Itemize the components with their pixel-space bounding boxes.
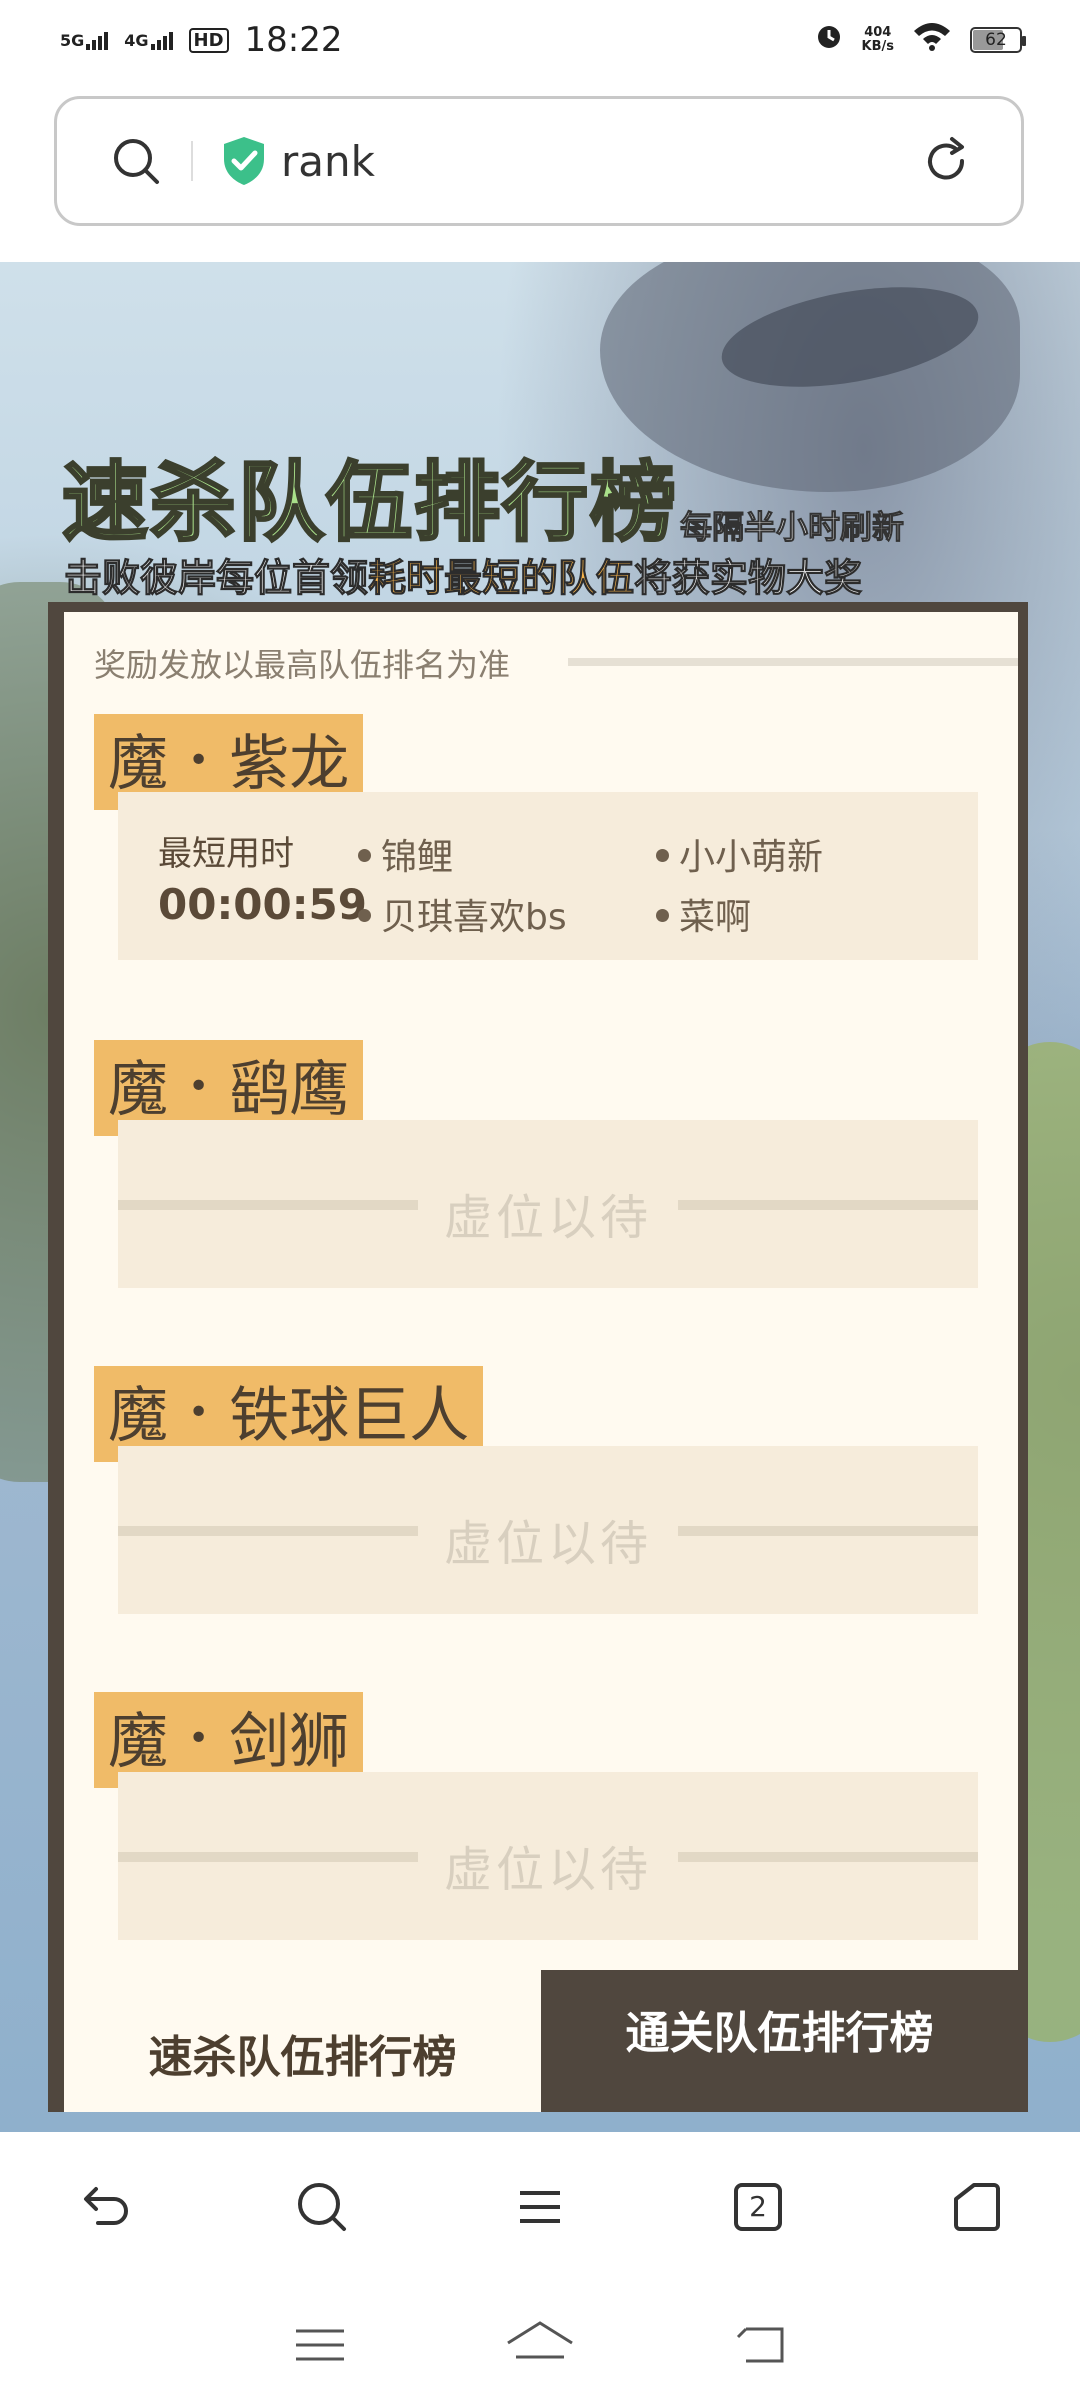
speed-unit: KB/s	[861, 39, 894, 54]
subtitle-post: 将获实物大奖	[634, 556, 863, 601]
shield-check-icon[interactable]	[219, 134, 269, 188]
status-bar: 5G 4G HD 18:22 404 KB/s 62	[0, 0, 1080, 80]
record-label: 最短用时	[158, 834, 294, 874]
page-title: 速杀队伍排行榜	[61, 452, 678, 555]
empty-line	[678, 1526, 978, 1536]
boss-name: 鹞鹰	[229, 1055, 350, 1125]
ranking-card: 奖励发放以最高队伍排名为准 魔 • 紫龙 最短用时 00:00:59 锦鲤 小小萌新…	[64, 612, 1018, 1970]
tab-speed-ranking[interactable]: 速杀队伍排行榜	[64, 1970, 541, 2112]
signal-5g: 5G	[60, 30, 109, 50]
refresh-tag: 每隔半小时刷新	[679, 508, 905, 547]
subtitle-highlight: 耗时最短的队伍	[368, 556, 635, 601]
home-icon[interactable]	[936, 2167, 1016, 2247]
url-text[interactable]: rank	[281, 137, 911, 186]
boss-separator: •	[188, 1392, 210, 1434]
team-member: 小小萌新	[656, 828, 823, 880]
menu-icon[interactable]	[500, 2167, 580, 2247]
empty-text: 虚位以待	[443, 1516, 652, 1572]
recent-apps-icon[interactable]	[280, 2305, 360, 2385]
tab-clear-ranking[interactable]: 通关队伍排行榜	[541, 1970, 1018, 2112]
empty-slot: 虚位以待	[118, 1120, 978, 1288]
battery-level: 62	[985, 30, 1007, 50]
boss-prefix: 魔	[108, 1055, 168, 1125]
boss-prefix: 魔	[108, 729, 168, 799]
boss-name: 紫龙	[229, 729, 350, 799]
home-icon[interactable]	[500, 2305, 580, 2385]
back-icon[interactable]	[64, 2167, 144, 2247]
clock: 18:22	[244, 20, 343, 60]
web-content[interactable]: 速杀队伍排行榜 每隔半小时刷新 击败彼岸每位首领耗时最短的队伍将获实物大奖 奖励…	[0, 262, 1080, 2132]
boss-name: 剑狮	[229, 1707, 350, 1777]
subtitle-pre: 击败彼岸每位首领	[63, 556, 369, 601]
status-left: 5G 4G HD 18:22	[60, 20, 343, 60]
address-divider	[191, 141, 193, 181]
tab-count: 2	[749, 2190, 767, 2223]
team-member: 锦鲤	[358, 828, 453, 880]
note-divider	[568, 658, 1018, 666]
empty-line	[678, 1200, 978, 1210]
reload-icon[interactable]	[911, 126, 981, 196]
alarm-icon	[814, 20, 844, 60]
record-time: 00:00:59	[158, 880, 367, 929]
signal-bars-icon	[150, 31, 173, 50]
boss-name: 铁球巨人	[229, 1381, 470, 1451]
network-speed: 404 KB/s	[862, 26, 894, 54]
reward-note: 奖励发放以最高队伍排名为准	[94, 646, 511, 684]
address-bar[interactable]: rank	[54, 96, 1024, 226]
boss-separator: •	[188, 1066, 210, 1108]
speed-value: 404	[864, 25, 892, 40]
network-type-label: 4G	[124, 30, 149, 50]
empty-slot: 虚位以待	[118, 1446, 978, 1614]
team-member: 贝琪喜欢bs	[358, 888, 567, 940]
team-member: 菜啊	[656, 888, 751, 940]
ranking-tabs: 速杀队伍排行榜 通关队伍排行榜	[64, 1970, 1018, 2112]
boss-separator: •	[188, 740, 210, 782]
boss-separator: •	[188, 1718, 210, 1760]
empty-text: 虚位以待	[443, 1842, 652, 1898]
network-type-label: 5G	[60, 30, 85, 50]
browser-toolbar: 2	[0, 2132, 1080, 2282]
search-icon[interactable]	[101, 126, 171, 196]
ranking-panel: 奖励发放以最高队伍排名为准 魔 • 紫龙 最短用时 00:00:59 锦鲤 小小萌新…	[48, 602, 1028, 2112]
wifi-icon	[912, 20, 952, 60]
empty-line	[678, 1852, 978, 1862]
back-icon[interactable]	[720, 2305, 800, 2385]
empty-slot: 虚位以待	[118, 1772, 978, 1940]
status-right: 404 KB/s 62	[814, 20, 1026, 60]
signal-4g: 4G	[124, 30, 173, 50]
hd-badge: HD	[188, 27, 229, 53]
boss-prefix: 魔	[108, 1707, 168, 1777]
signal-bars-icon	[86, 31, 109, 50]
system-nav-bar	[0, 2282, 1080, 2408]
tabs-icon[interactable]: 2	[718, 2167, 798, 2247]
battery-icon: 62	[970, 27, 1026, 53]
search-icon[interactable]	[282, 2167, 362, 2247]
team-record: 最短用时 00:00:59 锦鲤 小小萌新 贝琪喜欢bs 菜啊	[118, 792, 978, 960]
empty-text: 虚位以待	[443, 1190, 652, 1246]
boss-prefix: 魔	[108, 1381, 168, 1451]
page-subtitle: 击败彼岸每位首领耗时最短的队伍将获实物大奖	[63, 547, 863, 602]
